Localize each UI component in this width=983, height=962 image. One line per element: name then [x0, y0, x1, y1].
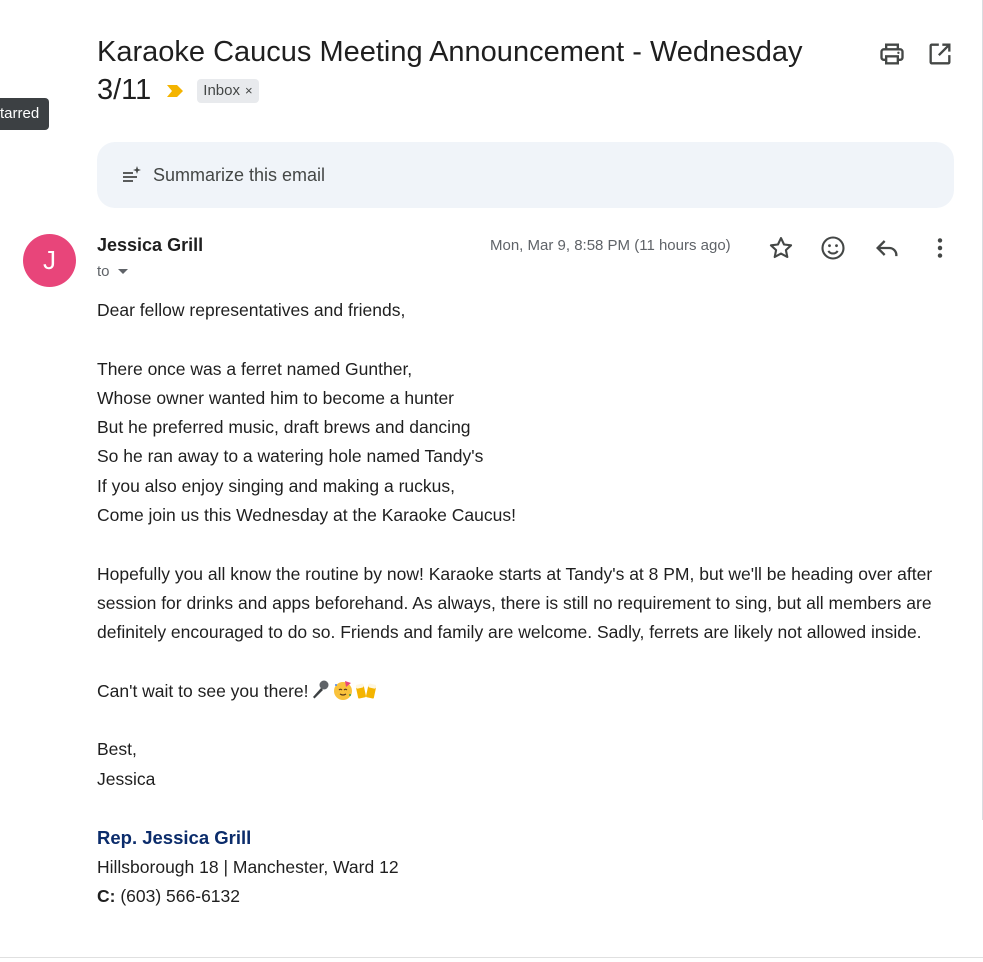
signoff-name: Jessica — [97, 768, 156, 789]
divider — [0, 957, 983, 958]
sender-avatar[interactable]: J — [23, 234, 76, 287]
recipients-toggle[interactable]: to — [97, 263, 128, 280]
phone-label: C: — [97, 885, 116, 906]
chevron-down-icon — [117, 269, 128, 274]
clinking-beer-mugs-emoji — [355, 683, 376, 699]
summarize-email-button[interactable]: Summarize this email — [97, 142, 954, 208]
sparkle-summary-icon — [123, 166, 141, 182]
closing-text: Can't wait to see you there! — [97, 680, 309, 701]
importance-marker-icon[interactable] — [165, 80, 185, 102]
party-face-emoji — [333, 680, 352, 700]
to-label: to — [97, 263, 110, 280]
add-reaction-icon[interactable] — [819, 234, 847, 262]
poem-line: But he preferred music, draft brews and … — [97, 417, 471, 438]
inbox-label-text: Inbox — [203, 82, 240, 100]
microphone-emoji — [312, 680, 329, 699]
more-vertical-icon[interactable] — [926, 234, 954, 262]
starred-tooltip: tarred — [0, 98, 50, 130]
reply-icon[interactable] — [873, 234, 901, 262]
summarize-label: Summarize this email — [153, 164, 326, 185]
poem-line: So he ran away to a watering hole named … — [97, 446, 484, 467]
phone-number[interactable]: (603) 566-6132 — [115, 886, 240, 906]
email-body: Dear fellow representatives and friends,… — [97, 296, 937, 911]
print-icon[interactable] — [878, 40, 906, 68]
body-paragraph: Hopefully you all know the routine by no… — [97, 563, 933, 643]
signature-district: Hillsborough 18 | Manchester, Ward 12 — [97, 856, 399, 877]
greeting: Dear fellow representatives and friends, — [97, 300, 406, 320]
closing-line: Can't wait to see you there! — [97, 677, 937, 706]
sender-name[interactable]: Jessica Grill — [97, 235, 203, 256]
poem-line: There once was a ferret named Gunther, — [97, 358, 413, 379]
signature-name: Rep. Jessica Grill — [97, 827, 252, 849]
poem-line: If you also enjoy singing and making a r… — [97, 475, 455, 496]
email-view: tarred Karaoke Caucus Meeting Announceme… — [0, 0, 983, 962]
remove-label-button[interactable]: × — [245, 72, 253, 110]
email-timestamp: Mon, Mar 9, 8:58 PM (11 hours ago) — [490, 237, 731, 254]
inbox-label-chip: Inbox × — [197, 79, 259, 104]
signoff: Best, — [97, 739, 137, 760]
star-icon[interactable] — [767, 234, 795, 262]
open-in-new-window-icon[interactable] — [926, 40, 954, 68]
email-subject: Karaoke Caucus Meeting Announcement - We… — [97, 33, 837, 109]
signature-phone: C: (603) 566-6132 — [97, 882, 937, 911]
poem-line: Come join us this Wednesday at the Karao… — [97, 505, 516, 526]
poem-line: Whose owner wanted him to become a hunte… — [97, 387, 454, 408]
